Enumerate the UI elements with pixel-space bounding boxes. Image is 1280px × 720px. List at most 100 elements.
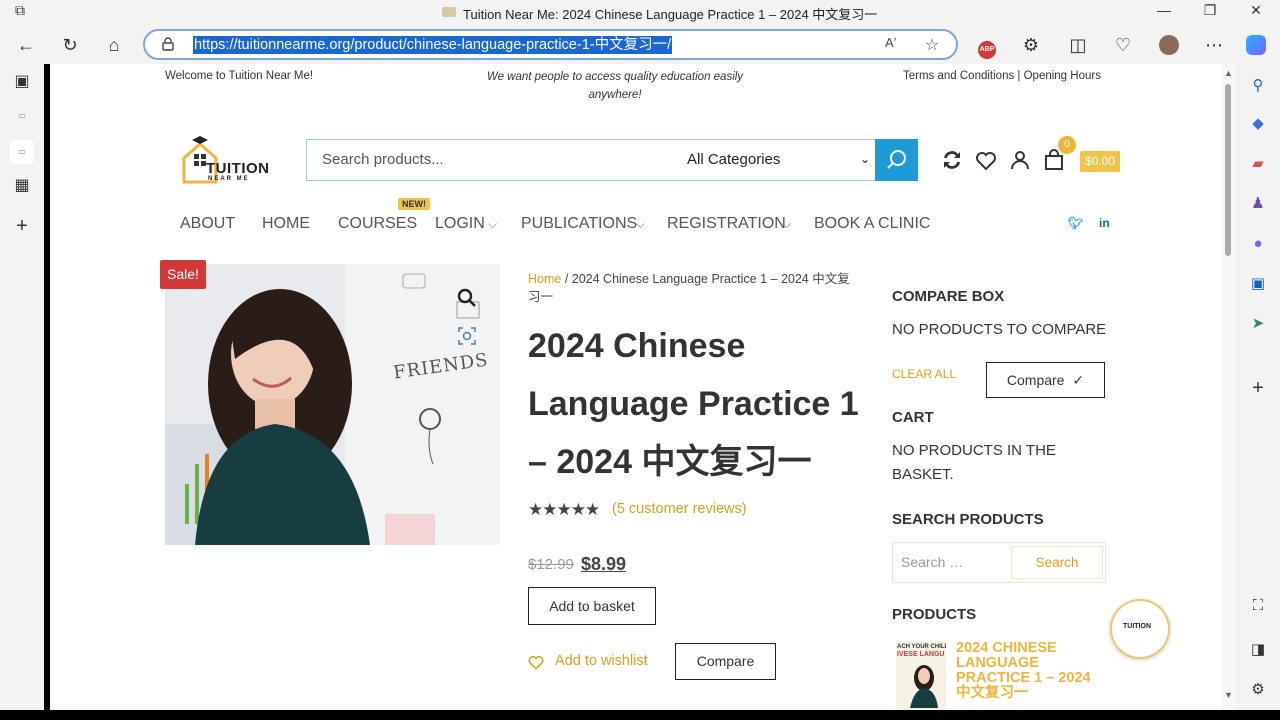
url-text[interactable]: https://tuitionnearme.org/product/chines…	[193, 36, 673, 54]
chevron-down-icon[interactable]: ⌄	[860, 152, 870, 166]
product-search-form: Search products... All Categories ⌄	[306, 139, 918, 181]
regular-price: $12.99	[528, 556, 574, 573]
nav-registration[interactable]: REGISTRATION	[667, 215, 786, 233]
logo-text: TUITION	[206, 160, 270, 177]
favorite-star-icon[interactable]: ☆	[925, 35, 939, 55]
breadcrumb-home-link[interactable]: Home	[528, 272, 561, 286]
sidebar-search-input[interactable]: Search …	[901, 554, 963, 570]
twitter-icon[interactable]: 🐦︎	[1068, 216, 1083, 230]
compare-sync-icon[interactable]	[940, 148, 964, 172]
scroll-down-arrow-icon[interactable]: ▼	[1224, 690, 1233, 700]
site-logo[interactable]: TUITION NEAR ME	[182, 136, 272, 186]
nav-publications[interactable]: PUBLICATIONS	[521, 215, 637, 233]
browser-essentials-icon[interactable]: ♡	[1111, 33, 1135, 57]
account-user-icon[interactable]	[1008, 148, 1032, 172]
address-bar[interactable]: https://tuitionnearme.org/product/chines…	[143, 29, 958, 60]
new-badge: NEW!	[398, 198, 430, 210]
magnify-zoom-icon[interactable]	[455, 286, 479, 310]
refresh-icon[interactable]: ↻	[58, 33, 82, 57]
tab-actions-icon[interactable]: ⧉	[10, 2, 30, 19]
close-icon[interactable]: ✕	[1246, 2, 1266, 19]
search-icon	[887, 150, 906, 169]
nav-about[interactable]: ABOUT	[180, 215, 235, 233]
send-icon[interactable]: ➤	[1246, 312, 1270, 336]
star-rating: ★★★★★	[528, 500, 600, 519]
product-image[interactable]: FRIENDS	[165, 264, 500, 545]
more-menu-icon[interactable]: ⋯	[1202, 33, 1226, 57]
sidebar-search-button[interactable]: Search	[1011, 546, 1103, 579]
wishlist-heart-icon[interactable]	[974, 148, 998, 172]
sidebar-compare-button[interactable]: Compare ✓	[986, 362, 1105, 398]
lock-icon[interactable]	[161, 37, 175, 51]
product-thumbnail[interactable]: ACH YOUR CHILDRI IVESE LANGU	[896, 641, 946, 710]
sale-price: $8.99	[581, 554, 627, 574]
settings-gear-icon[interactable]: ⚙	[1246, 678, 1270, 702]
adblock-icon[interactable]: ABP	[975, 33, 999, 59]
terms-hours-links[interactable]: Terms and Conditions | Opening Hours	[903, 70, 1101, 82]
cart-count-badge: 0	[1058, 136, 1076, 154]
category-select[interactable]: All Categories	[687, 151, 780, 168]
nav-login[interactable]: LOGIN	[435, 215, 485, 233]
minimize-icon[interactable]: —	[1154, 2, 1174, 18]
read-aloud-icon[interactable]: Aʼ	[885, 35, 897, 50]
home-icon[interactable]: ⌂	[102, 33, 126, 57]
tab-sidebar-toggle-icon[interactable]: ▣	[10, 70, 34, 94]
breadcrumb: Home / 2024 Chinese Language Practice 1 …	[528, 270, 858, 306]
back-icon[interactable]: ←	[14, 33, 38, 57]
scroll-up-arrow-icon[interactable]: ▲	[1224, 68, 1233, 78]
restore-icon[interactable]: ❐	[1200, 2, 1220, 19]
tab-grid-icon[interactable]: ▦	[10, 174, 34, 198]
chevron-down-icon[interactable]: ⌵	[636, 217, 645, 232]
sidebar-layout-icon[interactable]: ◨	[1246, 638, 1270, 662]
add-sidebar-app-icon[interactable]: +	[1246, 376, 1270, 400]
microsoft365-icon[interactable]: ●	[1246, 232, 1270, 256]
chevron-down-icon[interactable]: ⌵	[488, 217, 497, 232]
linkedin-icon[interactable]: in	[1099, 216, 1110, 230]
nav-courses[interactable]: COURSES	[338, 215, 417, 233]
thumb-caption-line1: ACH YOUR CHILDRI	[897, 644, 946, 650]
products-heading: PRODUCTS	[892, 606, 977, 623]
copilot-icon[interactable]	[1244, 33, 1268, 57]
customer-reviews-link[interactable]: (5 customer reviews)	[612, 501, 747, 517]
extensions-icon[interactable]: ⚙	[1019, 33, 1043, 57]
tab-item-icon[interactable]: ▭	[10, 104, 34, 128]
nav-home[interactable]: HOME	[262, 215, 310, 233]
cart-heading: CART	[892, 409, 934, 426]
sidebar-product-link[interactable]: 2024 CHINESE LANGUAGE PRACTICE 1 – 2024 …	[956, 641, 1106, 701]
scrollbar-thumb[interactable]	[1225, 84, 1231, 256]
compare-box-heading: COMPARE BOX	[892, 288, 1005, 305]
add-to-wishlist-link[interactable]: Add to wishlist	[555, 653, 648, 669]
profile-avatar-icon[interactable]	[1157, 33, 1181, 57]
outlook-icon[interactable]: ▣	[1246, 272, 1270, 296]
clear-all-link[interactable]: CLEAR ALL	[892, 367, 956, 381]
floating-chat-logo-icon[interactable]: TUITION	[1110, 599, 1170, 659]
wishlist-heart-icon[interactable]	[527, 653, 545, 671]
web-page: Welcome to Tuition Near Me! We want peop…	[50, 64, 1222, 710]
split-screen-icon[interactable]: ◫	[1066, 33, 1090, 57]
screenshot-icon[interactable]: ⛶	[1246, 594, 1270, 618]
nav-book-a-clinic[interactable]: BOOK A CLINIC	[814, 215, 930, 233]
add-to-basket-button[interactable]: Add to basket	[528, 587, 656, 625]
checkmark-icon: ✓	[1072, 372, 1085, 388]
sidebar-compare-label: Compare	[1006, 372, 1065, 388]
new-tab-icon[interactable]: +	[10, 214, 34, 238]
tagline-text: We want people to access quality educati…	[486, 71, 744, 101]
tools-icon[interactable]: ▰	[1246, 152, 1270, 176]
window-titlebar: ⧉ Tuition Near Me: 2024 Chinese Language…	[0, 0, 1280, 26]
shopping-tag-icon[interactable]: ◆	[1246, 112, 1270, 136]
compare-button[interactable]: Compare	[675, 643, 776, 680]
sale-badge: Sale!	[160, 260, 206, 289]
cart-total[interactable]: $0.00	[1080, 151, 1120, 172]
active-tab-item-icon[interactable]: ▭	[10, 140, 34, 164]
image-scan-icon[interactable]	[458, 327, 476, 345]
favicon-icon	[442, 7, 456, 17]
page-scrollbar[interactable]: ▲ ▼	[1222, 64, 1236, 710]
cart-empty-text: NO PRODUCTS IN THE BASKET.	[892, 442, 1056, 483]
search-icon[interactable]: ⚲	[1246, 74, 1270, 98]
chevron-down-icon[interactable]: ⌵	[782, 217, 791, 232]
taskbar-edge	[0, 710, 1280, 720]
product-search-input[interactable]: Search products...	[322, 151, 444, 168]
games-icon[interactable]: ♟	[1246, 192, 1270, 216]
search-button[interactable]	[875, 139, 918, 181]
search-products-heading: SEARCH PRODUCTS	[892, 511, 1044, 528]
